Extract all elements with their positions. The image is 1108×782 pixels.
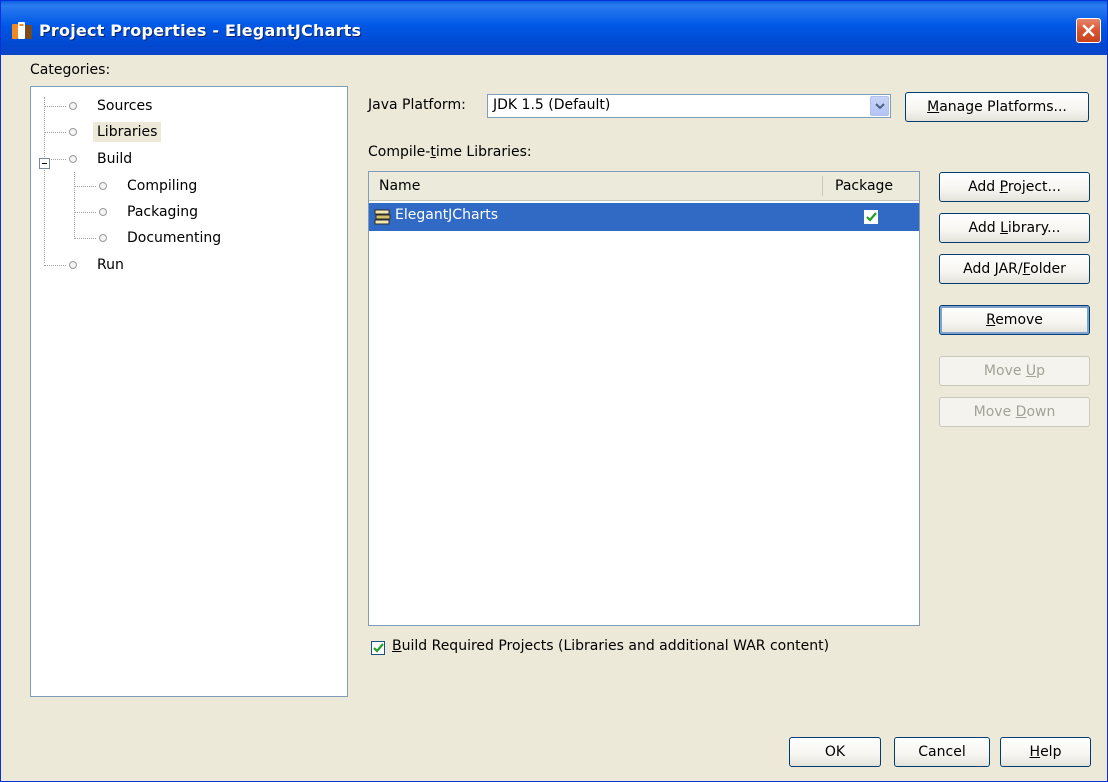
add-project-button[interactable]: Add Project... [939, 172, 1090, 202]
label-mnemonic: R [986, 312, 996, 328]
move-up-button[interactable]: Move Up [939, 356, 1090, 386]
label-part: anage Platforms... [939, 99, 1067, 115]
tree-item-libraries[interactable]: Libraries [93, 122, 162, 142]
label-mnemonic: M [927, 99, 940, 115]
build-required-checkbox[interactable] [371, 641, 385, 655]
label-part: Add [968, 220, 1001, 236]
column-separator[interactable] [822, 176, 823, 196]
label-part: p [1036, 363, 1046, 379]
cancel-button[interactable]: Cancel [894, 737, 990, 767]
java-platform-select[interactable]: JDK 1.5 (Default) [487, 94, 891, 118]
netbeans-app-icon [12, 22, 32, 39]
java-platform-label: Java Platform: [368, 97, 466, 113]
label-mnemonic: U [1025, 363, 1037, 379]
tree-line [44, 265, 66, 266]
label-part: ibrary... [1007, 220, 1061, 236]
label-part: ime Libraries: [435, 144, 532, 160]
library-icon [374, 209, 391, 225]
label-part: elp [1040, 744, 1062, 760]
label-part: Move [973, 404, 1016, 420]
categories-tree[interactable]: Sources Libraries Build Compiling Packag… [30, 86, 348, 697]
add-library-button[interactable]: Add Library... [939, 213, 1090, 243]
libraries-table[interactable]: Name Package ElegantJCharts [368, 171, 920, 626]
table-header: Name Package [369, 172, 919, 201]
label-part: emove [995, 312, 1043, 328]
tree-line [74, 186, 96, 187]
tree-line [44, 97, 45, 263]
label-mnemonic: D [1015, 404, 1027, 420]
label-mnemonic: B [392, 638, 402, 654]
tree-item-compiling[interactable]: Compiling [127, 176, 197, 196]
remove-button[interactable]: Remove [939, 305, 1090, 335]
label-part: ava Platform: [372, 97, 466, 113]
column-header-name[interactable]: Name [379, 172, 420, 200]
manage-platforms-button[interactable]: Manage Platforms... [905, 92, 1089, 122]
dropdown-arrow-button[interactable] [870, 96, 889, 116]
label-part: Add [968, 179, 1000, 195]
help-button[interactable]: Help [1000, 737, 1091, 767]
label-mnemonic: H [1029, 744, 1041, 760]
tree-item-build[interactable]: Build [97, 149, 132, 169]
close-button[interactable] [1076, 18, 1101, 43]
node-bullet-icon [99, 208, 107, 216]
checkmark-icon [865, 212, 877, 222]
ok-button[interactable]: OK [789, 737, 881, 767]
java-platform-value: JDK 1.5 (Default) [493, 97, 611, 113]
build-required-label[interactable]: Build Required Projects (Libraries and a… [392, 638, 829, 654]
tree-line [44, 132, 66, 133]
node-bullet-icon [69, 155, 77, 163]
window-title: Project Properties - ElegantJCharts [39, 21, 362, 40]
compile-time-libraries-label: Compile-time Libraries: [368, 144, 532, 160]
add-jar-folder-button[interactable]: Add JAR/Folder [939, 254, 1090, 284]
tree-line [74, 212, 96, 213]
tree-line [51, 159, 66, 160]
label-part: Compile- [368, 144, 431, 160]
node-bullet-icon [99, 182, 107, 190]
node-bullet-icon [69, 261, 77, 269]
label-part: own [1026, 404, 1056, 420]
move-down-button[interactable]: Move Down [939, 397, 1090, 427]
node-bullet-icon [69, 128, 77, 136]
checkmark-icon [372, 643, 384, 653]
project-properties-dialog: Project Properties - ElegantJCharts Cate… [0, 0, 1108, 782]
tree-line [74, 172, 75, 237]
categories-label: Categories: [30, 62, 111, 78]
node-bullet-icon [69, 102, 77, 110]
tree-line [74, 238, 96, 239]
label-part: older [1030, 261, 1066, 277]
tree-item-packaging[interactable]: Packaging [127, 202, 198, 222]
label-mnemonic: P [999, 179, 1008, 195]
close-icon [1082, 24, 1095, 37]
collapse-toggle-icon[interactable] [39, 158, 50, 169]
chevron-down-icon [874, 103, 885, 110]
tree-item-run[interactable]: Run [97, 255, 124, 275]
table-row[interactable]: ElegantJCharts [369, 203, 919, 231]
node-bullet-icon [99, 234, 107, 242]
tree-item-documenting[interactable]: Documenting [127, 228, 221, 248]
label-part: roject... [1007, 179, 1061, 195]
title-bar[interactable]: Project Properties - ElegantJCharts [1, 1, 1107, 55]
label-mnemonic: L [1000, 220, 1008, 236]
label-part: Move [983, 363, 1026, 379]
library-name: ElegantJCharts [395, 207, 499, 223]
label-part: Add JAR/ [963, 261, 1023, 277]
tree-item-sources[interactable]: Sources [97, 96, 152, 116]
column-header-package[interactable]: Package [835, 172, 893, 200]
tree-line [44, 106, 66, 107]
label-part: uild Required Projects (Libraries and ad… [401, 638, 830, 654]
package-checkbox[interactable] [864, 210, 878, 224]
